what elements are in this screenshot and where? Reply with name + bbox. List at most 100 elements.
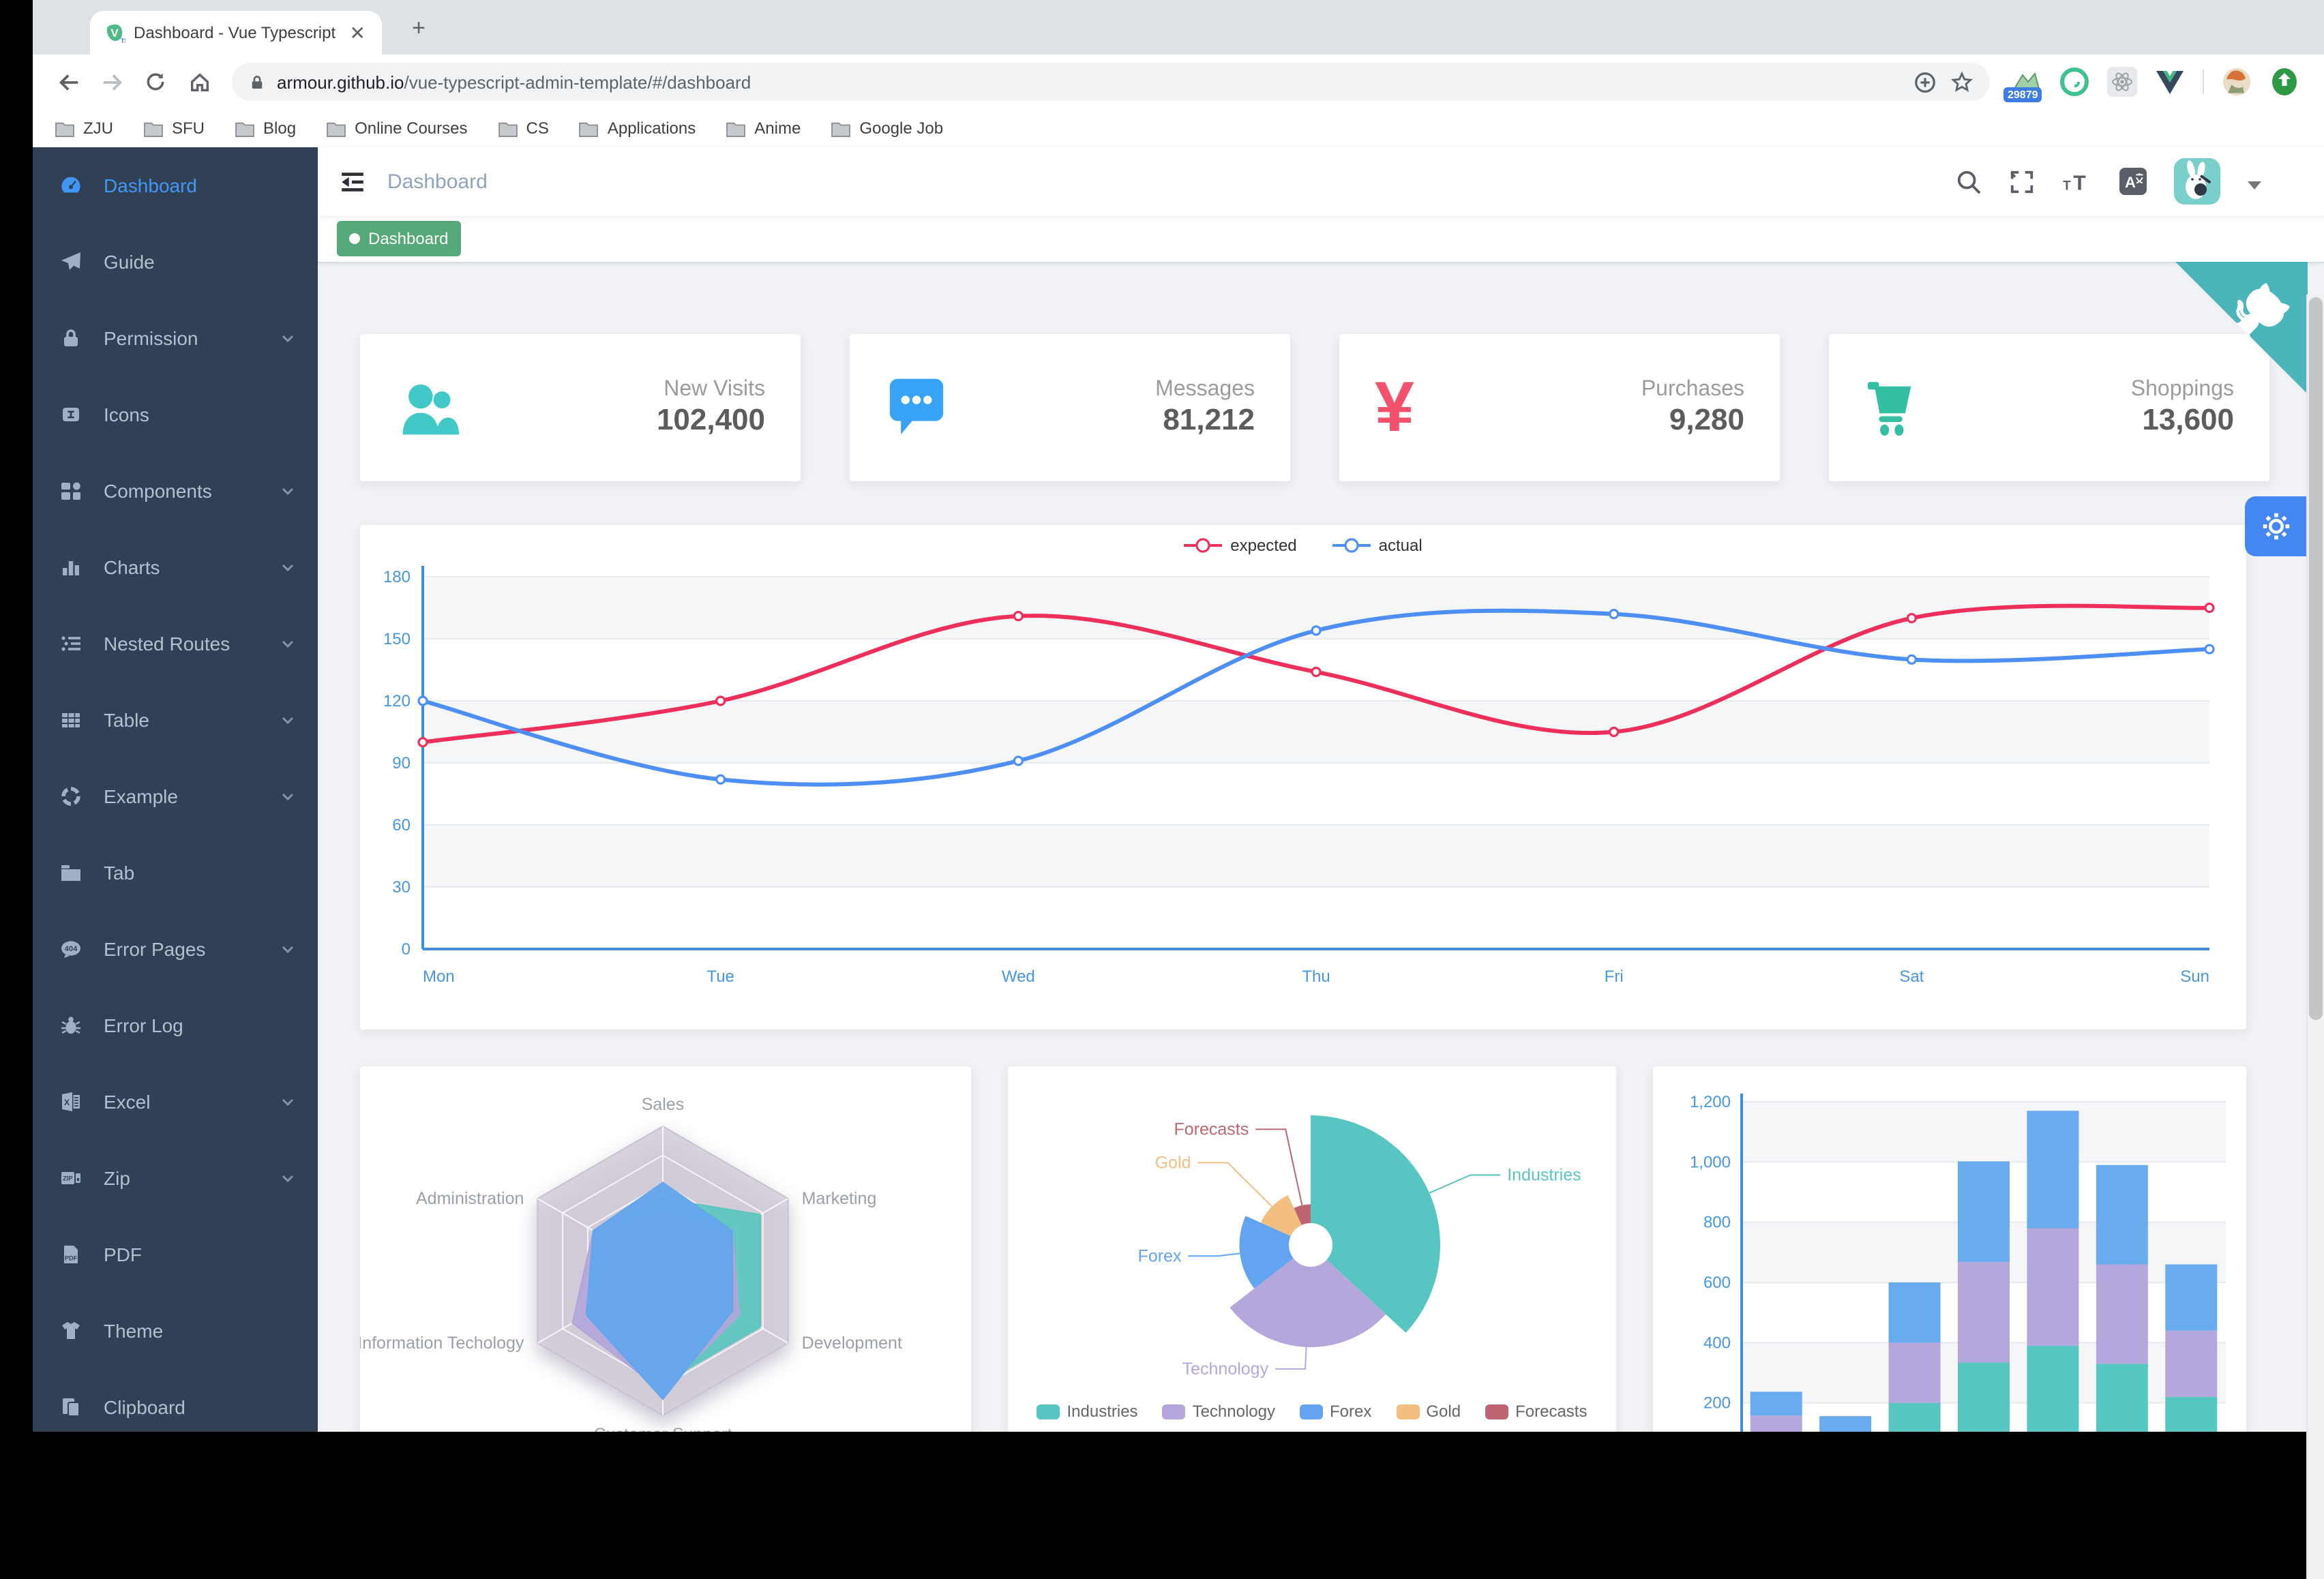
table-icon xyxy=(60,709,82,731)
bookmark-applications[interactable]: Applications xyxy=(579,119,696,138)
legend-item-expected[interactable]: expected xyxy=(1184,536,1297,555)
sidebar-item-guide[interactable]: Guide xyxy=(33,224,318,300)
chevron-down-icon[interactable] xyxy=(2248,181,2261,190)
sidebar-item-dashboard[interactable]: Dashboard xyxy=(33,147,318,224)
browser-toolbar: armour.github.io/vue-typescript-admin-te… xyxy=(33,55,2324,109)
bookmark-blog[interactable]: Blog xyxy=(235,119,296,138)
tag-active-dot xyxy=(349,233,360,244)
stat-card-new-visits[interactable]: New Visits 102,400 xyxy=(360,334,801,481)
react-devtools-icon[interactable] xyxy=(2107,67,2137,97)
home-icon[interactable] xyxy=(181,64,217,100)
text-size-icon[interactable]: TT xyxy=(2062,168,2092,194)
svg-text:T: T xyxy=(2063,178,2071,192)
sidebar-item-label: Zip xyxy=(104,1167,130,1189)
legend-item-actual[interactable]: actual xyxy=(1332,536,1422,555)
zoom-plus-icon[interactable] xyxy=(1913,70,1937,93)
sidebar-item-table[interactable]: Table xyxy=(33,682,318,758)
pie-legend-item-gold[interactable]: Gold xyxy=(1396,1402,1461,1421)
sidebar-item-label: Theme xyxy=(104,1320,164,1342)
profile-avatar[interactable] xyxy=(2222,67,2252,97)
bookmark-sfu[interactable]: SFU xyxy=(143,119,205,138)
sidebar-item-label: Excel xyxy=(104,1091,151,1113)
grammarly-icon[interactable] xyxy=(2059,67,2089,97)
new-tab-button[interactable]: + xyxy=(404,14,434,44)
sidebar-item-label: Error Log xyxy=(104,1014,183,1036)
fullscreen-icon[interactable] xyxy=(2009,168,2035,194)
legend-swatch xyxy=(1037,1404,1060,1419)
stat-card-purchases[interactable]: ¥ Purchases 9,280 xyxy=(1339,334,1780,481)
bookmark-star-icon[interactable] xyxy=(1950,70,1973,93)
pie-legend-item-industries[interactable]: Industries xyxy=(1037,1402,1138,1421)
guide-icon xyxy=(60,251,82,273)
bookmark-zju[interactable]: ZJU xyxy=(55,119,113,138)
svg-text:600: 600 xyxy=(1703,1274,1731,1292)
sidebar-item-theme[interactable]: Theme xyxy=(33,1293,318,1369)
pie-legend-item-forecasts[interactable]: Forecasts xyxy=(1485,1402,1587,1421)
sidebar-item-icons[interactable]: Icons xyxy=(33,376,318,453)
folder-icon xyxy=(144,121,163,136)
folder-icon xyxy=(580,121,599,136)
chevron-down-icon xyxy=(280,788,296,804)
icons-icon xyxy=(60,404,82,425)
translate-icon[interactable]: A xyxy=(2119,168,2147,195)
extensions-row: 29879 xyxy=(2001,67,2310,102)
bookmark-cs[interactable]: CS xyxy=(498,119,549,138)
money-icon: ¥ xyxy=(1375,368,1414,447)
sidebar-item-error-pages[interactable]: 404 Error Pages xyxy=(33,911,318,987)
back-icon[interactable] xyxy=(50,64,86,100)
tag-dashboard[interactable]: Dashboard xyxy=(337,221,461,256)
sidebar-item-label: Tab xyxy=(104,862,135,884)
folder-icon xyxy=(55,121,74,136)
user-avatar[interactable] xyxy=(2174,158,2220,205)
sidebar-item-label: Guide xyxy=(104,251,155,273)
url-bar[interactable]: armour.github.io/vue-typescript-admin-te… xyxy=(232,63,1990,101)
legend-swatch xyxy=(1396,1404,1420,1419)
sidebar-item-label: Icons xyxy=(104,404,149,425)
svg-text:200: 200 xyxy=(1703,1394,1731,1413)
sidebar-item-label: Permission xyxy=(104,327,198,349)
tab-close-icon[interactable]: ✕ xyxy=(347,23,368,42)
sidebar-item-nested-routes[interactable]: Nested Routes xyxy=(33,605,318,682)
scrollbar-thumb[interactable] xyxy=(2309,297,2323,1020)
pie-legend-item-forex[interactable]: Forex xyxy=(1300,1402,1371,1421)
stat-label: New Visits xyxy=(664,378,765,401)
settings-gear-button[interactable] xyxy=(2245,496,2308,556)
svg-text:30: 30 xyxy=(392,878,411,897)
extension-mail-icon[interactable]: 29879 xyxy=(2003,67,2042,102)
sidebar-item-components[interactable]: Components xyxy=(33,453,318,529)
chevron-down-icon xyxy=(280,559,296,575)
reload-icon[interactable] xyxy=(138,64,173,100)
tags-view-bar: Dashboard xyxy=(318,215,2324,263)
svg-text:60: 60 xyxy=(392,816,411,834)
browser-tab[interactable]: V TS Dashboard - Vue Typescript Ad ✕ xyxy=(90,11,382,55)
sidebar-item-clipboard[interactable]: Clipboard xyxy=(33,1369,318,1432)
stat-card-messages[interactable]: Messages 81,212 xyxy=(850,334,1290,481)
bookmark-online-courses[interactable]: Online Courses xyxy=(326,119,468,138)
chrome-update-icon[interactable] xyxy=(2269,67,2299,97)
hamburger-icon[interactable] xyxy=(340,168,366,194)
search-icon[interactable] xyxy=(1956,168,1982,194)
sidebar-item-tab[interactable]: Tab xyxy=(33,834,318,911)
page-scrollbar[interactable] xyxy=(2306,295,2324,1579)
github-corner-ribbon[interactable] xyxy=(2175,262,2308,394)
svg-text:Customer Support: Customer Support xyxy=(594,1425,732,1432)
sidebar-item-zip[interactable]: ZIP Zip xyxy=(33,1140,318,1216)
folder-icon xyxy=(327,121,346,136)
vue-favicon: V TS xyxy=(106,24,125,44)
vue-devtools-icon[interactable] xyxy=(2155,67,2185,97)
forward-icon[interactable] xyxy=(94,64,130,100)
navbar-actions: TT A xyxy=(1956,158,2302,205)
bookmark-anime[interactable]: Anime xyxy=(726,119,801,138)
sidebar-item-error-log[interactable]: Error Log xyxy=(33,987,318,1064)
sidebar-item-example[interactable]: Example xyxy=(33,758,318,834)
stat-label: Messages xyxy=(1155,378,1255,401)
pie-legend-item-technology[interactable]: Technology xyxy=(1162,1402,1275,1421)
sidebar-item-pdf[interactable]: PDF PDF xyxy=(33,1216,318,1293)
bookmark-google-job[interactable]: Google Job xyxy=(831,119,943,138)
sidebar-item-charts[interactable]: Charts xyxy=(33,529,318,605)
sidebar-item-excel[interactable]: X Excel xyxy=(33,1064,318,1140)
sidebar-item-permission[interactable]: Permission xyxy=(33,300,318,376)
svg-text:Wed: Wed xyxy=(1002,967,1035,986)
pie-chart-card: Industries Technology Forex Gold Forecasts I… xyxy=(1008,1066,1616,1432)
svg-text:Technology: Technology xyxy=(1182,1359,1269,1379)
